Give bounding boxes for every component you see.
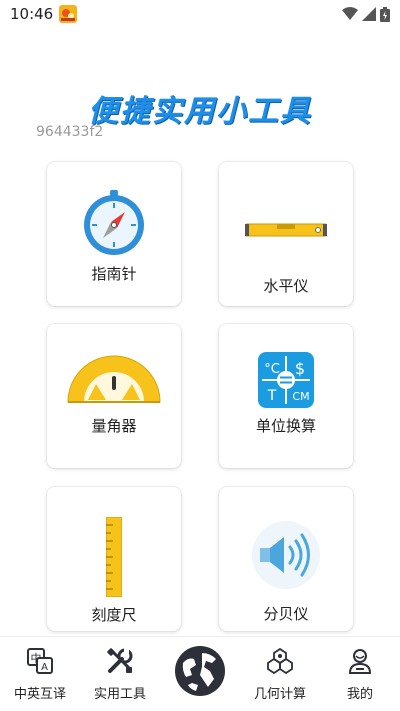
tool-label-compass: 指南针: [91, 265, 137, 283]
app-notification-icon: [59, 5, 78, 23]
profile-icon: [320, 647, 400, 675]
svg-text:T: T: [267, 388, 277, 404]
battery-icon: [380, 6, 390, 22]
tool-card-unit-convert[interactable]: °C $ T CM 单位换算: [219, 324, 353, 468]
tool-card-compass[interactable]: 指南针: [47, 162, 181, 306]
tool-label-ruler: 刻度尺: [91, 606, 137, 624]
compass-icon: [47, 190, 181, 256]
globe-icon: [174, 645, 226, 701]
unit-conversion-icon: °C $ T CM: [219, 352, 353, 408]
wifi-icon: [342, 7, 358, 21]
geometry-icon: [240, 647, 320, 675]
nav-label-tools: 实用工具: [93, 687, 146, 702]
svg-text:$: $: [295, 359, 305, 378]
build-id: 964433f2: [36, 124, 104, 140]
svg-text:A: A: [41, 662, 48, 673]
speaker-icon: [219, 521, 353, 589]
nav-item-geometry[interactable]: 几何计算: [240, 637, 320, 711]
tool-card-decibel[interactable]: 分贝仪: [219, 487, 353, 631]
tool-label-protractor: 量角器: [91, 417, 137, 435]
globe-button[interactable]: [173, 646, 227, 700]
nav-item-translate[interactable]: 中 A 中英互译: [0, 637, 80, 711]
tools-icon: [80, 647, 160, 675]
spirit-level-icon: [219, 220, 353, 240]
ruler-icon: [47, 517, 181, 597]
status-time: 10:46: [10, 5, 54, 23]
svg-text:CM: CM: [292, 390, 309, 403]
tool-card-protractor[interactable]: 量角器: [47, 324, 181, 468]
svg-text:°C: °C: [264, 362, 280, 377]
tool-label-level: 水平仪: [263, 277, 309, 295]
nav-label-geometry: 几何计算: [253, 687, 306, 702]
protractor-icon: [47, 354, 181, 404]
signal-icon: [362, 7, 376, 21]
nav-label-profile: 我的: [346, 687, 373, 702]
nav-item-tools[interactable]: 实用工具: [80, 637, 160, 711]
nav-item-profile[interactable]: 我的: [320, 637, 400, 711]
tool-card-ruler[interactable]: 刻度尺: [47, 487, 181, 631]
status-bar: 10:46: [0, 0, 400, 28]
nav-label-translate: 中英互译: [13, 687, 66, 702]
tool-card-level[interactable]: 水平仪: [219, 162, 353, 306]
tool-label-decibel: 分贝仪: [263, 605, 309, 623]
tool-label-unit-convert: 单位换算: [255, 417, 316, 435]
translate-icon: 中 A: [0, 647, 80, 675]
